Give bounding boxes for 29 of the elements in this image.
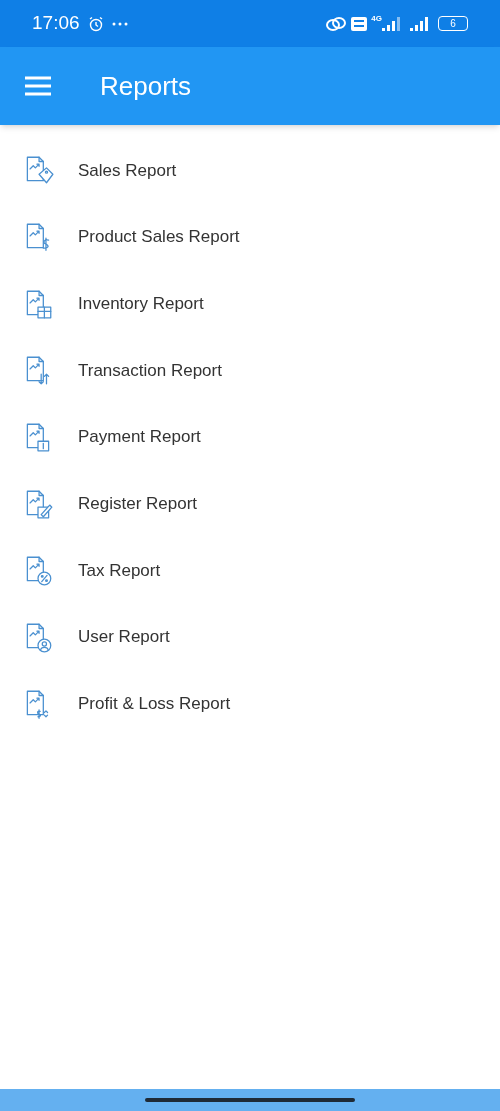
report-label: User Report	[78, 626, 170, 649]
menu-button[interactable]	[24, 75, 52, 97]
report-label: Sales Report	[78, 159, 177, 182]
network-type: 4G	[371, 15, 382, 23]
report-list-item[interactable]: Transaction Report	[0, 337, 500, 404]
battery-indicator: 6	[438, 16, 468, 31]
report-list-item[interactable]: Tax Report	[0, 537, 500, 604]
report-list-item[interactable]: Sales Report	[0, 137, 500, 204]
report-list-item[interactable]: Payment Report	[0, 403, 500, 471]
status-time: 17:06	[32, 11, 80, 36]
alarm-icon	[87, 15, 104, 32]
report-list-item[interactable]: Product Sales Report	[0, 203, 500, 271]
report-label: Product Sales Report	[78, 226, 240, 249]
app-bar-title: Reports	[100, 69, 192, 103]
menu-icon	[24, 76, 52, 96]
report-label: Inventory Report	[78, 292, 204, 315]
signal-icon	[410, 16, 430, 31]
signal-icon	[382, 16, 402, 31]
more-icon	[111, 21, 128, 26]
report-label: Transaction Report	[78, 359, 222, 382]
report-label: Tax Report	[78, 559, 161, 582]
report-label: Profit & Loss Report	[78, 693, 231, 716]
report-list-item[interactable]: User Report	[0, 603, 500, 671]
report-list-item[interactable]: Register Report	[0, 470, 500, 538]
report-list-item[interactable]: Profit & Loss Report	[0, 670, 500, 738]
report-label: Payment Report	[78, 426, 201, 449]
report-list-item[interactable]: Inventory Report	[0, 270, 500, 338]
report-label: Register Report	[78, 493, 198, 516]
link-icon	[325, 15, 348, 32]
